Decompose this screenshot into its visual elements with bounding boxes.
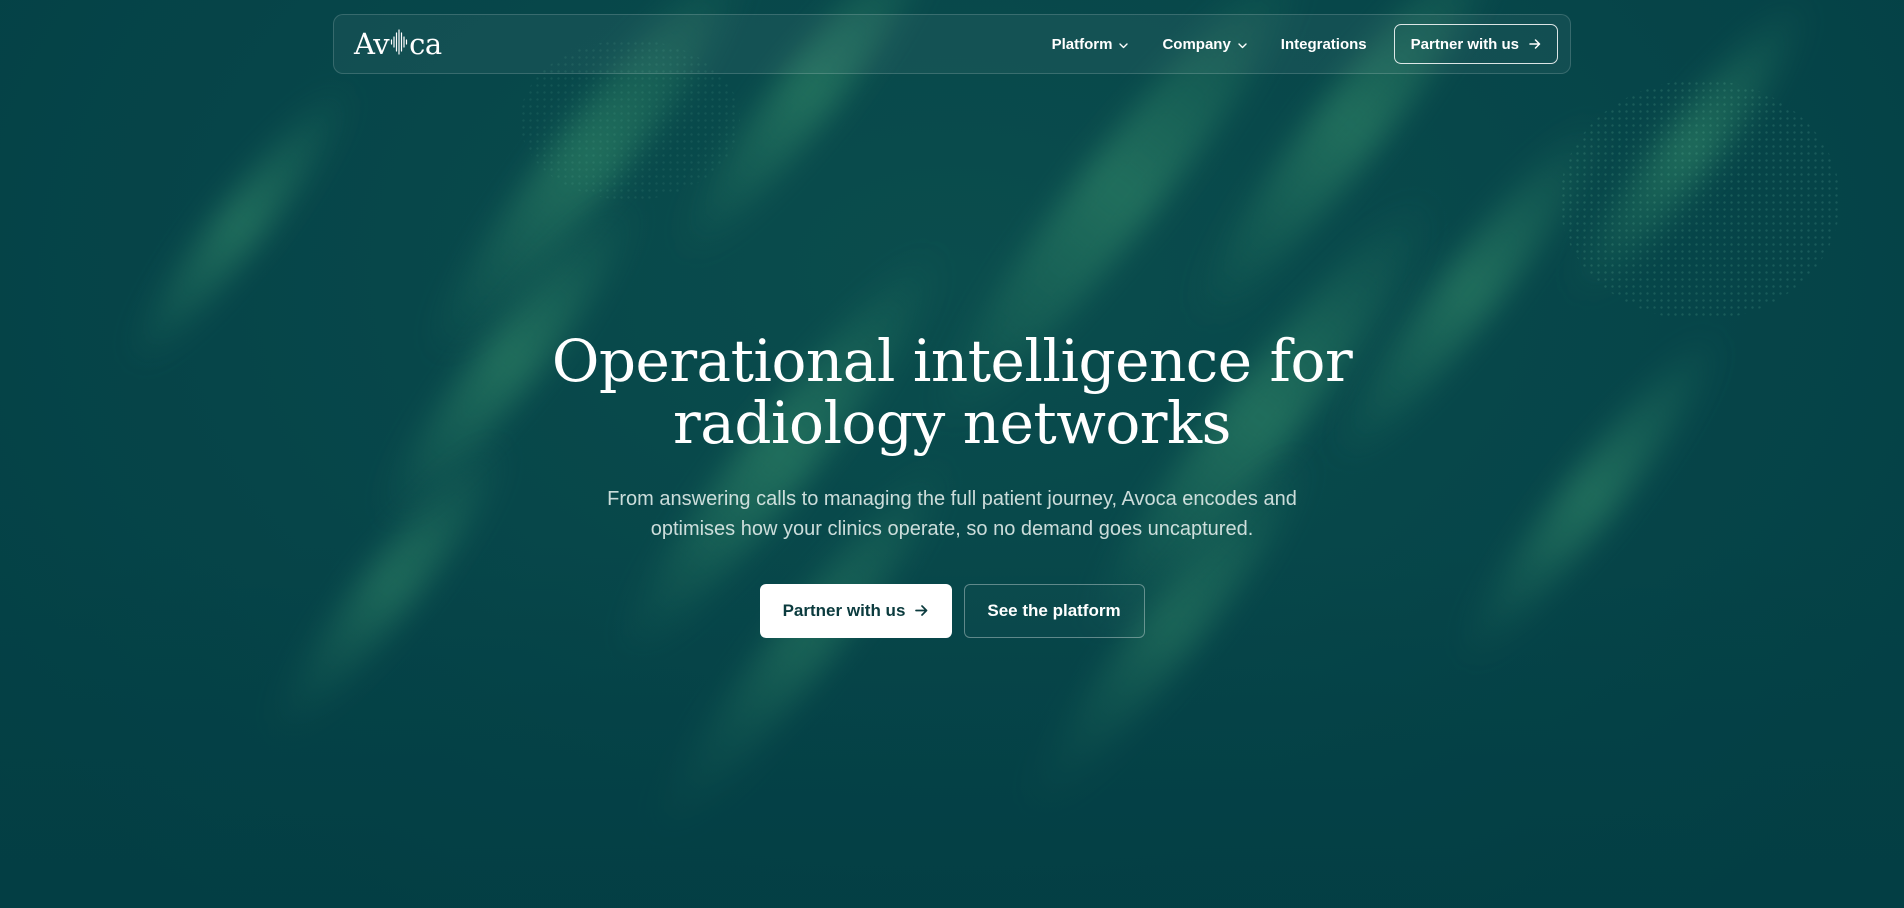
- partner-button-label: Partner with us: [1410, 35, 1519, 53]
- nav-item-platform[interactable]: Platform: [1052, 36, 1129, 53]
- primary-cta-label: Partner with us: [782, 601, 906, 620]
- nav-item-label: Platform: [1051, 35, 1113, 53]
- hero-title: Operational intelligence for radiology n…: [0, 330, 1904, 454]
- main-nav: Platform Company Integrations Partner wi…: [1052, 24, 1558, 64]
- see-the-platform-button[interactable]: See the platform: [963, 584, 1145, 638]
- arrow-right-icon: [915, 601, 928, 621]
- nav-item-label: Integrations: [1280, 35, 1367, 53]
- nav-item-integrations[interactable]: Integrations: [1281, 36, 1367, 53]
- avoca-logo[interactable]: Av ca: [354, 26, 442, 61]
- nav-item-label: Company: [1162, 35, 1231, 53]
- partner-with-us-button[interactable]: Partner with us: [759, 584, 952, 638]
- nav-item-company[interactable]: Company: [1162, 35, 1247, 53]
- logo-text-prefix: Av: [354, 26, 390, 61]
- hero-actions: Partner with us See the platform: [0, 584, 1904, 638]
- chevron-down-icon: [1119, 36, 1129, 53]
- secondary-cta-label: See the platform: [987, 601, 1121, 620]
- hero-title-line-1: Operational intelligence for: [551, 327, 1353, 395]
- hero-subtitle: From answering calls to managing the ful…: [592, 484, 1312, 544]
- logo-text-suffix: ca: [409, 26, 442, 61]
- top-navbar: Av ca Platform Company Integrations Part…: [333, 14, 1571, 74]
- chevron-down-icon: [1238, 36, 1247, 53]
- hero-subtitle-line-1: From answering calls to managing the ful…: [607, 488, 1297, 510]
- waveform-icon: [390, 28, 408, 60]
- hero-subtitle-line-2: optimises how your clinics operate, so n…: [650, 518, 1254, 540]
- hero-title-line-2: radiology networks: [673, 389, 1231, 457]
- arrow-right-icon: [1529, 36, 1541, 53]
- partner-with-us-nav-button[interactable]: Partner with us: [1393, 24, 1558, 64]
- hero-section: Operational intelligence for radiology n…: [0, 330, 1904, 638]
